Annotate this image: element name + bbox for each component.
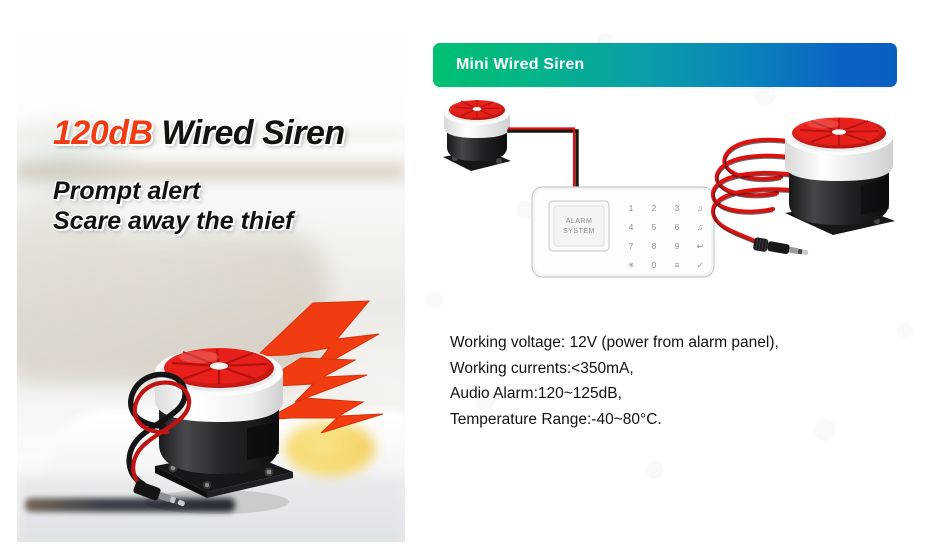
keypad-key: ✓ (696, 260, 703, 270)
keypad-key: 6 (675, 222, 680, 232)
hero-headline-product: Wired Siren (152, 114, 346, 152)
keypad-key: 8 (652, 241, 657, 251)
keypad-key: ↩ (696, 241, 704, 251)
keypad-key: ≡ (675, 260, 680, 270)
spec-audio-alarm: Audio Alarm:120~125dB, (450, 385, 622, 402)
siren-product-photo (126, 348, 293, 514)
hero-headline: 120dB Wired Siren (53, 114, 345, 153)
keypad-key: 1 (629, 203, 634, 213)
product-detail-page: 120dB Wired Siren Prompt alert Scare awa… (0, 0, 930, 556)
hero-subheadline: Prompt alert Scare away the thief (53, 176, 293, 236)
hero-product-image: 120dB Wired Siren Prompt alert Scare awa… (17, 6, 405, 542)
hero-headline-decibels: 120dB (53, 114, 153, 152)
panel-display-line2: SYSTEM (563, 228, 595, 235)
keypad-key: 7 (629, 241, 634, 251)
spec-working-current: Working currents:<350mA, (450, 359, 634, 377)
hero-subheadline-line1: Prompt alert (53, 177, 201, 205)
section-header-title: Mini Wired Siren (456, 56, 585, 73)
keypad-key: 5 (652, 222, 657, 232)
wiring-diagram: ALARM SYSTEM 1 2 3 ♫ 4 5 6 ♫ 7 8 9 ↩ ✳ 0… (443, 100, 895, 278)
keypad-key: 2 (652, 203, 657, 213)
product-info-panel: Mini Wired Siren ALARM SYSTEM 1 2 3 ♫ 4 … (405, 0, 930, 556)
keypad-key: ✳ (627, 260, 635, 270)
spec-temperature-range: Temperature Range:-40~80°C. (450, 410, 662, 428)
keypad-key: ♫ (697, 203, 703, 213)
keypad-key: 0 (652, 260, 657, 270)
hero-subheadline-line2: Scare away the thief (53, 207, 294, 235)
specification-list: Working voltage: 12V (power from alarm p… (450, 330, 920, 432)
spec-working-voltage: Working voltage: 12V (power from alarm p… (450, 334, 779, 351)
keypad-key: 4 (629, 222, 634, 232)
alarm-panel: ALARM SYSTEM 1 2 3 ♫ 4 5 6 ♫ 7 8 9 ↩ ✳ 0… (531, 186, 715, 278)
panel-display-line1: ALARM (566, 218, 593, 225)
keypad-key: 3 (675, 203, 680, 213)
keypad-key: 9 (675, 241, 680, 251)
keypad-key: ♫ (697, 222, 703, 232)
siren-with-cable (710, 117, 895, 256)
siren-small-left (443, 100, 511, 171)
section-header-banner: Mini Wired Siren (433, 43, 897, 87)
